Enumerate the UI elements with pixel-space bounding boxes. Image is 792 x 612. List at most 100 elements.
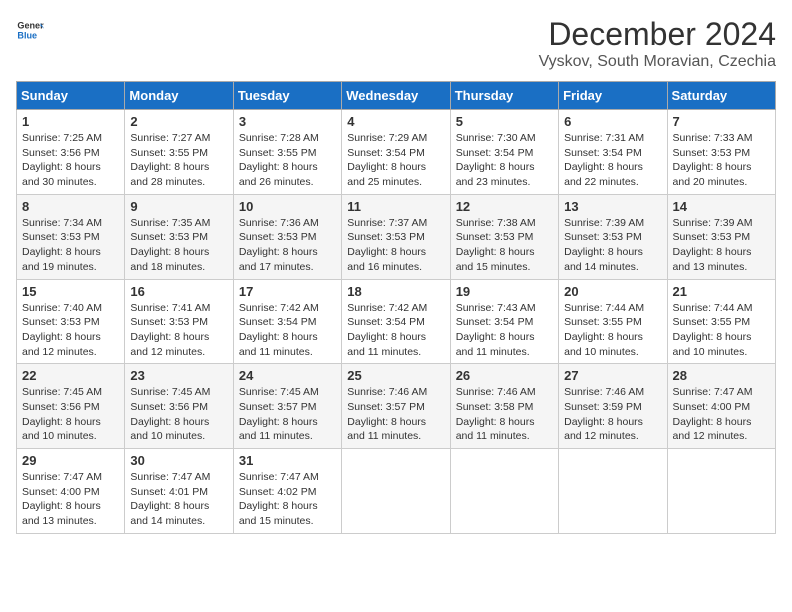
day-info: Sunrise: 7:47 AM Sunset: 4:02 PM Dayligh… <box>239 470 336 529</box>
day-header-sunday: Sunday <box>17 82 125 110</box>
day-info: Sunrise: 7:47 AM Sunset: 4:00 PM Dayligh… <box>22 470 119 529</box>
day-number: 10 <box>239 199 336 214</box>
day-info: Sunrise: 7:30 AM Sunset: 3:54 PM Dayligh… <box>456 131 553 190</box>
calendar-cell: 23 Sunrise: 7:45 AM Sunset: 3:56 PM Dayli… <box>125 364 233 449</box>
page-header: General Blue December 2024 Vyskov, South… <box>16 16 776 71</box>
calendar-cell: 15Sunrise: 7:40 AM Sunset: 3:53 PM Dayli… <box>17 279 125 364</box>
day-number: 3 <box>239 114 336 129</box>
day-number: 8 <box>22 199 119 214</box>
day-info: Sunrise: 7:46 AM Sunset: 3:59 PM Dayligh… <box>564 385 661 444</box>
calendar-cell: 19 Sunrise: 7:43 AM Sunset: 3:54 PM Dayli… <box>450 279 558 364</box>
week-row-3: 15Sunrise: 7:40 AM Sunset: 3:53 PM Dayli… <box>17 279 776 364</box>
calendar-cell: 10 Sunrise: 7:36 AM Sunset: 3:53 PM Dayli… <box>233 194 341 279</box>
month-title: December 2024 <box>539 16 776 53</box>
calendar-cell <box>342 449 450 534</box>
day-info: Sunrise: 7:41 AM Sunset: 3:53 PM Dayligh… <box>130 301 227 360</box>
calendar-cell: 28 Sunrise: 7:47 AM Sunset: 4:00 PM Dayli… <box>667 364 775 449</box>
day-info: Sunrise: 7:46 AM Sunset: 3:57 PM Dayligh… <box>347 385 444 444</box>
title-section: December 2024 Vyskov, South Moravian, Cz… <box>539 16 776 71</box>
day-number: 4 <box>347 114 444 129</box>
calendar-cell: 31 Sunrise: 7:47 AM Sunset: 4:02 PM Dayli… <box>233 449 341 534</box>
day-info: Sunrise: 7:25 AM Sunset: 3:56 PM Dayligh… <box>22 131 119 190</box>
location-title: Vyskov, South Moravian, Czechia <box>539 53 776 71</box>
calendar-cell: 17 Sunrise: 7:42 AM Sunset: 3:54 PM Dayli… <box>233 279 341 364</box>
day-info: Sunrise: 7:46 AM Sunset: 3:58 PM Dayligh… <box>456 385 553 444</box>
day-info: Sunrise: 7:36 AM Sunset: 3:53 PM Dayligh… <box>239 216 336 275</box>
calendar-cell: 22 Sunrise: 7:45 AM Sunset: 3:56 PM Dayli… <box>17 364 125 449</box>
calendar-cell: 1 Sunrise: 7:25 AM Sunset: 3:56 PM Daylig… <box>17 110 125 195</box>
day-info: Sunrise: 7:33 AM Sunset: 3:53 PM Dayligh… <box>673 131 770 190</box>
day-number: 28 <box>673 368 770 383</box>
day-info: Sunrise: 7:39 AM Sunset: 3:53 PM Dayligh… <box>673 216 770 275</box>
day-info: Sunrise: 7:44 AM Sunset: 3:55 PM Dayligh… <box>564 301 661 360</box>
calendar-cell: 24Sunrise: 7:45 AM Sunset: 3:57 PM Dayli… <box>233 364 341 449</box>
day-number: 29 <box>22 453 119 468</box>
calendar-cell <box>667 449 775 534</box>
days-header-row: SundayMondayTuesdayWednesdayThursdayFrid… <box>17 82 776 110</box>
day-number: 11 <box>347 199 444 214</box>
day-info: Sunrise: 7:45 AM Sunset: 3:57 PM Dayligh… <box>239 385 336 444</box>
calendar-cell <box>450 449 558 534</box>
calendar-cell: 7 Sunrise: 7:33 AM Sunset: 3:53 PM Daylig… <box>667 110 775 195</box>
day-info: Sunrise: 7:45 AM Sunset: 3:56 PM Dayligh… <box>130 385 227 444</box>
day-header-thursday: Thursday <box>450 82 558 110</box>
logo-icon: General Blue <box>16 16 44 44</box>
day-header-wednesday: Wednesday <box>342 82 450 110</box>
calendar-cell: 2 Sunrise: 7:27 AM Sunset: 3:55 PM Daylig… <box>125 110 233 195</box>
calendar-cell <box>559 449 667 534</box>
calendar-cell: 30Sunrise: 7:47 AM Sunset: 4:01 PM Dayli… <box>125 449 233 534</box>
day-info: Sunrise: 7:47 AM Sunset: 4:00 PM Dayligh… <box>673 385 770 444</box>
day-number: 16 <box>130 284 227 299</box>
day-number: 31 <box>239 453 336 468</box>
day-info: Sunrise: 7:44 AM Sunset: 3:55 PM Dayligh… <box>673 301 770 360</box>
day-info: Sunrise: 7:35 AM Sunset: 3:53 PM Dayligh… <box>130 216 227 275</box>
calendar-cell: 4Sunrise: 7:29 AM Sunset: 3:54 PM Daylig… <box>342 110 450 195</box>
day-info: Sunrise: 7:34 AM Sunset: 3:53 PM Dayligh… <box>22 216 119 275</box>
calendar-cell: 3 Sunrise: 7:28 AM Sunset: 3:55 PM Daylig… <box>233 110 341 195</box>
calendar-cell: 14 Sunrise: 7:39 AM Sunset: 3:53 PM Dayli… <box>667 194 775 279</box>
calendar-cell: 29 Sunrise: 7:47 AM Sunset: 4:00 PM Dayli… <box>17 449 125 534</box>
calendar-cell: 9 Sunrise: 7:35 AM Sunset: 3:53 PM Daylig… <box>125 194 233 279</box>
calendar-cell: 16 Sunrise: 7:41 AM Sunset: 3:53 PM Dayli… <box>125 279 233 364</box>
calendar-cell: 6Sunrise: 7:31 AM Sunset: 3:54 PM Daylig… <box>559 110 667 195</box>
day-info: Sunrise: 7:28 AM Sunset: 3:55 PM Dayligh… <box>239 131 336 190</box>
day-number: 22 <box>22 368 119 383</box>
day-number: 14 <box>673 199 770 214</box>
day-number: 12 <box>456 199 553 214</box>
day-number: 13 <box>564 199 661 214</box>
day-info: Sunrise: 7:37 AM Sunset: 3:53 PM Dayligh… <box>347 216 444 275</box>
calendar-cell: 8 Sunrise: 7:34 AM Sunset: 3:53 PM Daylig… <box>17 194 125 279</box>
calendar-cell: 13Sunrise: 7:39 AM Sunset: 3:53 PM Dayli… <box>559 194 667 279</box>
day-header-monday: Monday <box>125 82 233 110</box>
day-number: 21 <box>673 284 770 299</box>
day-number: 7 <box>673 114 770 129</box>
day-number: 5 <box>456 114 553 129</box>
day-number: 30 <box>130 453 227 468</box>
day-info: Sunrise: 7:42 AM Sunset: 3:54 PM Dayligh… <box>347 301 444 360</box>
calendar-cell: 12Sunrise: 7:38 AM Sunset: 3:53 PM Dayli… <box>450 194 558 279</box>
day-number: 15 <box>22 284 119 299</box>
day-header-friday: Friday <box>559 82 667 110</box>
day-number: 23 <box>130 368 227 383</box>
day-number: 17 <box>239 284 336 299</box>
day-number: 9 <box>130 199 227 214</box>
week-row-2: 8 Sunrise: 7:34 AM Sunset: 3:53 PM Daylig… <box>17 194 776 279</box>
day-info: Sunrise: 7:42 AM Sunset: 3:54 PM Dayligh… <box>239 301 336 360</box>
week-row-1: 1 Sunrise: 7:25 AM Sunset: 3:56 PM Daylig… <box>17 110 776 195</box>
week-row-5: 29 Sunrise: 7:47 AM Sunset: 4:00 PM Dayli… <box>17 449 776 534</box>
day-number: 25 <box>347 368 444 383</box>
calendar-table: SundayMondayTuesdayWednesdayThursdayFrid… <box>16 81 776 534</box>
calendar-cell: 5 Sunrise: 7:30 AM Sunset: 3:54 PM Daylig… <box>450 110 558 195</box>
day-header-tuesday: Tuesday <box>233 82 341 110</box>
week-row-4: 22 Sunrise: 7:45 AM Sunset: 3:56 PM Dayli… <box>17 364 776 449</box>
calendar-cell: 21 Sunrise: 7:44 AM Sunset: 3:55 PM Dayli… <box>667 279 775 364</box>
day-number: 19 <box>456 284 553 299</box>
day-info: Sunrise: 7:45 AM Sunset: 3:56 PM Dayligh… <box>22 385 119 444</box>
calendar-cell: 20Sunrise: 7:44 AM Sunset: 3:55 PM Dayli… <box>559 279 667 364</box>
day-info: Sunrise: 7:43 AM Sunset: 3:54 PM Dayligh… <box>456 301 553 360</box>
day-number: 2 <box>130 114 227 129</box>
calendar-cell: 18Sunrise: 7:42 AM Sunset: 3:54 PM Dayli… <box>342 279 450 364</box>
day-number: 1 <box>22 114 119 129</box>
day-info: Sunrise: 7:27 AM Sunset: 3:55 PM Dayligh… <box>130 131 227 190</box>
day-header-saturday: Saturday <box>667 82 775 110</box>
